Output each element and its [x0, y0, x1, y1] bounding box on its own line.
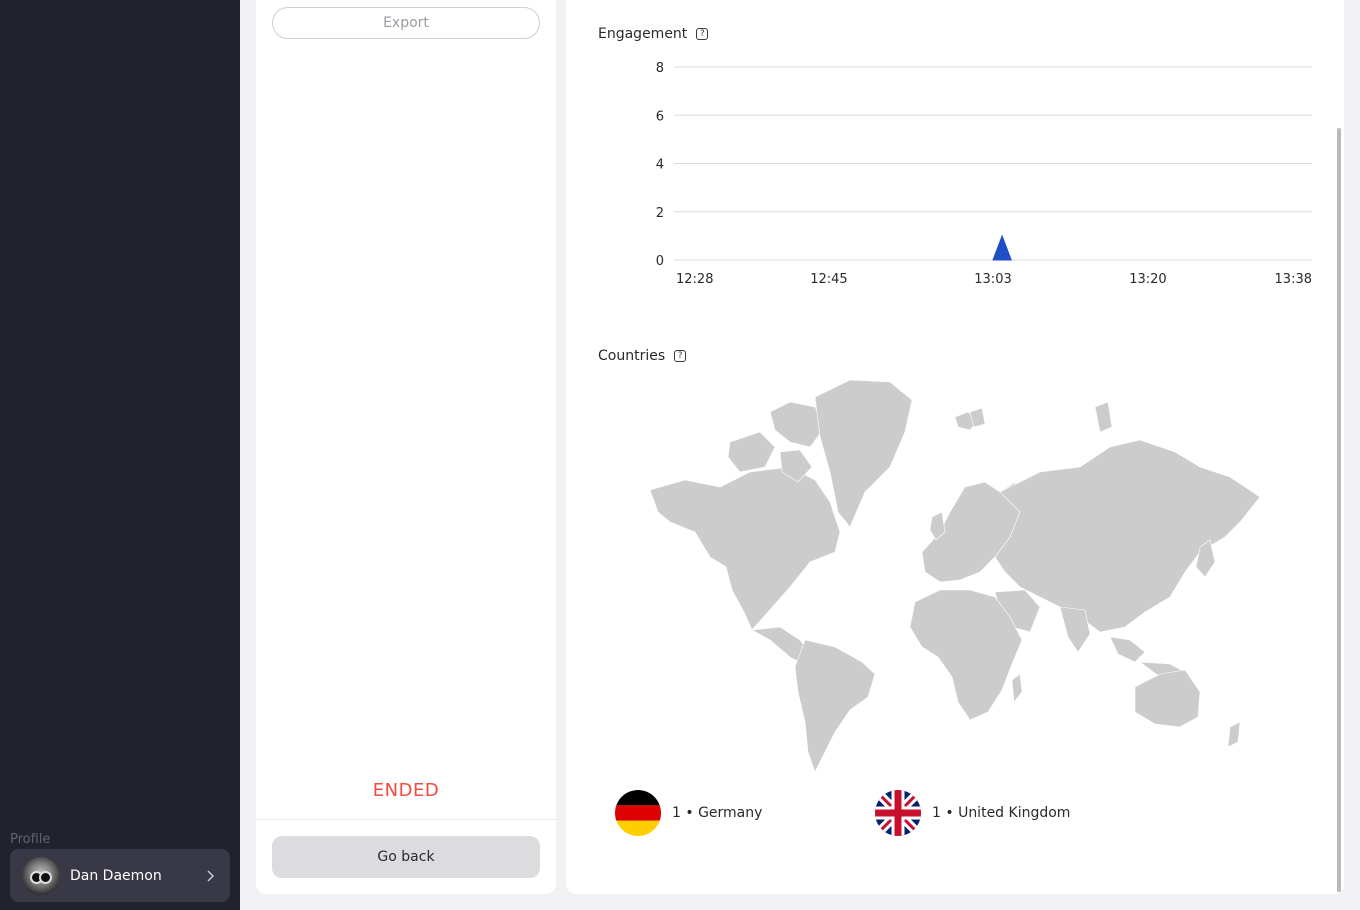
united-kingdom-flag-icon [875, 790, 921, 836]
divider [256, 819, 556, 820]
question-icon[interactable]: ? [674, 350, 687, 362]
map-australia [1134, 669, 1201, 728]
map-south-america [794, 639, 876, 772]
engagement-area [992, 234, 1012, 261]
map-arctic-islands [727, 431, 776, 473]
profile-card[interactable]: Dan Daemon [10, 849, 230, 902]
profile-caption: Profile [10, 832, 51, 847]
germany-flag-icon [615, 790, 661, 836]
countries-title-text: Countries [598, 348, 666, 364]
question-icon[interactable]: ? [696, 28, 709, 40]
scrollbar[interactable] [1337, 128, 1341, 892]
engagement-title: Engagement ? [598, 26, 709, 42]
left-panel: Export ENDED Go back [256, 0, 556, 894]
y-tick-label: 2 [656, 206, 664, 221]
y-tick-label: 0 [656, 254, 664, 269]
map-north-america [649, 466, 841, 631]
x-tick-label: 12:28 [676, 272, 713, 287]
status-label: ENDED [372, 780, 440, 801]
chevron-right-icon [202, 868, 218, 884]
world-map [649, 379, 1261, 772]
sidebar: Profile Dan Daemon [0, 0, 240, 910]
engagement-title-text: Engagement [598, 26, 688, 42]
x-tick-label: 13:03 [974, 272, 1011, 287]
y-tick-label: 6 [656, 109, 664, 124]
x-tick-label: 12:45 [810, 272, 847, 287]
go-back-button[interactable]: Go back [272, 836, 540, 878]
country-item-germany: 1 • Germany [615, 790, 762, 836]
x-tick-label: 13:20 [1129, 272, 1166, 287]
x-tick-label: 13:38 [1275, 272, 1312, 287]
country-label: 1 • Germany [672, 805, 763, 821]
avatar [22, 856, 60, 895]
country-label: 1 • United Kingdom [932, 805, 1071, 821]
country-item-united-kingdom: 1 • United Kingdom [875, 790, 1070, 836]
export-button[interactable]: Export [272, 7, 540, 39]
countries-title: Countries ? [598, 348, 687, 364]
profile-name: Dan Daemon [70, 867, 162, 884]
y-tick-label: 8 [656, 61, 664, 76]
engagement-chart: 0 2 4 6 8 12:28 12:45 13:03 13:20 13:38 [656, 61, 1312, 287]
y-tick-label: 4 [656, 158, 664, 173]
